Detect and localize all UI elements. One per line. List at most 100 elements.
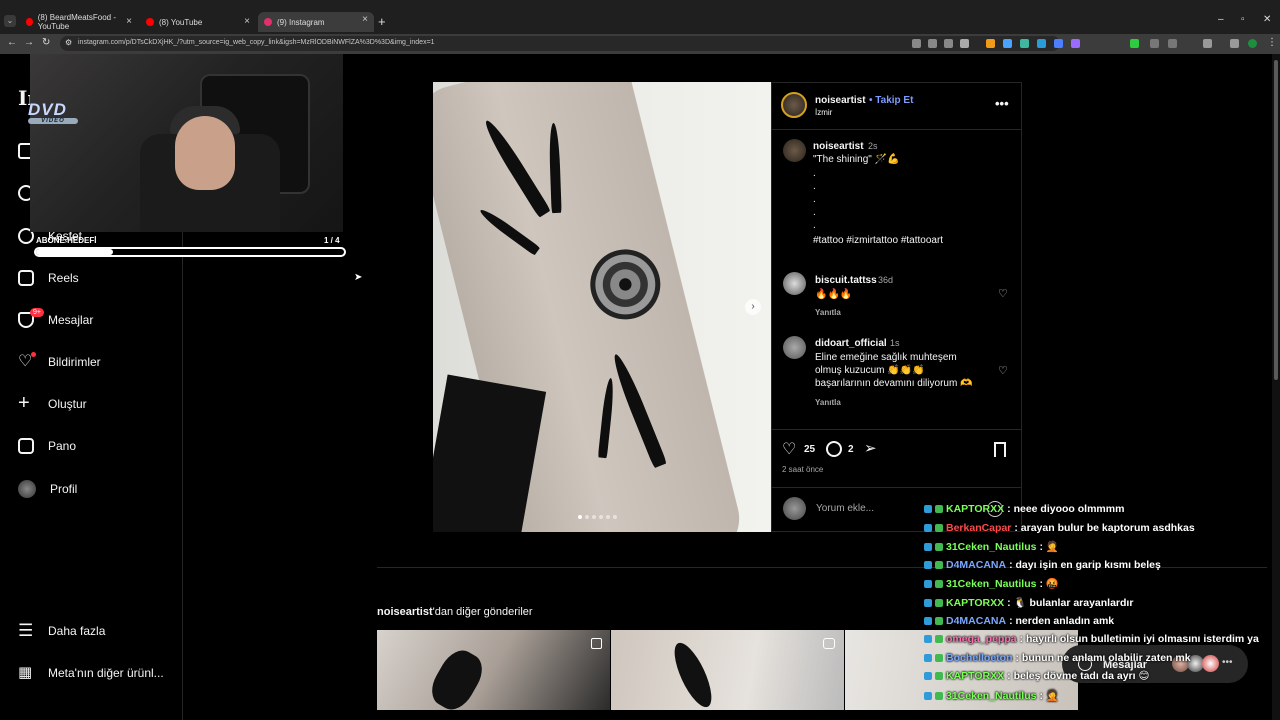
minimize-icon[interactable]: – — [1218, 14, 1224, 25]
chat-username: KAPTORXX — [946, 503, 1005, 515]
sidebar-item-messages[interactable]: 9+ Mesajlar — [18, 308, 93, 328]
youtube-icon — [26, 18, 33, 26]
sidebar-item-dashboard[interactable]: Pano — [18, 438, 76, 454]
sidebar-item-profile[interactable]: Profil — [18, 480, 77, 498]
messenger-icon: 9+ — [18, 308, 44, 328]
hamburger-icon: ☰ — [18, 621, 34, 640]
sidebar-item-reels[interactable]: Reels — [18, 270, 79, 286]
extension-icon[interactable] — [1071, 39, 1080, 48]
close-tab-icon[interactable]: × — [126, 16, 132, 27]
menu-icon[interactable]: ⋮ — [1267, 37, 1277, 48]
carousel-icon — [591, 638, 602, 649]
caption-dot: . — [813, 168, 816, 179]
post-image[interactable] — [433, 82, 771, 532]
close-tab-icon[interactable]: × — [244, 16, 250, 27]
message-count-badge: 9+ — [30, 308, 44, 317]
comment-input[interactable]: Yorum ekle... — [816, 503, 874, 514]
commenter-avatar[interactable] — [783, 272, 806, 295]
chat-badge-icon — [935, 523, 943, 532]
webcam-overlay — [30, 54, 343, 232]
chat-text: : dayı işin en garip kısmı beleş — [1009, 558, 1161, 571]
chat-text: : 🤬 — [1039, 578, 1059, 591]
post-time-ago: 2 saat önce — [782, 465, 824, 474]
forward-icon[interactable]: → — [24, 37, 34, 48]
eye-off-icon[interactable] — [944, 39, 953, 48]
follow-button[interactable]: • Takip Et — [869, 95, 913, 106]
like-icon[interactable]: ♡ — [782, 439, 796, 459]
next-image-button[interactable]: › — [745, 299, 761, 315]
sidebar-item-more[interactable]: ☰ Daha fazla — [18, 621, 105, 640]
extension-icon[interactable] — [1054, 39, 1063, 48]
extension-icon[interactable] — [1130, 39, 1139, 48]
url-text[interactable]: instagram.com/p/DTsCkDXjHK_/?utm_source=… — [78, 39, 435, 46]
comment-like-icon[interactable]: ♡ — [998, 364, 1008, 377]
comment-icon[interactable] — [826, 441, 842, 457]
more-post-thumbnail[interactable] — [377, 630, 610, 710]
bookmark-star-icon[interactable] — [960, 39, 969, 48]
carousel-dot — [592, 515, 596, 519]
comment-like-icon[interactable]: ♡ — [998, 287, 1008, 300]
comment-input-divider — [772, 487, 1021, 488]
chat-username: 31Ceken_Nautilus — [946, 540, 1037, 553]
close-tab-icon[interactable]: × — [362, 14, 368, 25]
sidebar-icon[interactable] — [1230, 39, 1239, 48]
share-icon[interactable]: ➢ — [864, 439, 877, 457]
subscriber-goal-label: ABONE HEDEFİ — [36, 236, 97, 245]
extension-icon[interactable] — [1037, 39, 1046, 48]
header-divider — [772, 129, 1021, 130]
tab-search-icon[interactable]: ⌄ — [4, 15, 16, 27]
extension-icon[interactable] — [1168, 39, 1177, 48]
chat-message: 31Ceken_Nautilus: 🤬 — [924, 577, 1059, 590]
author-username[interactable]: noiseartist — [815, 95, 866, 106]
author-avatar[interactable] — [781, 92, 807, 118]
back-icon[interactable]: ← — [7, 37, 17, 48]
new-tab-icon[interactable]: + — [378, 14, 386, 29]
dvd-logo: DVD VIDEO — [28, 100, 84, 128]
comment-text: 🔥🔥🔥 — [815, 289, 853, 300]
carousel-dot — [585, 515, 589, 519]
like-count[interactable]: 25 — [804, 444, 815, 455]
caption-avatar[interactable] — [783, 139, 806, 162]
tab-beardmeatsfood[interactable]: (8) BeardMeatsFood - YouTube × — [20, 13, 138, 31]
extension-icon[interactable] — [1020, 39, 1029, 48]
reload-icon[interactable]: ↻ — [42, 37, 50, 48]
chat-badge-icon — [935, 635, 943, 644]
sidebar-item-create[interactable]: + Oluştur — [18, 393, 87, 413]
sidebar-item-meta-apps[interactable]: ▦ Meta'nın diğer ürünl... — [18, 665, 164, 681]
maximize-icon[interactable]: ▫ — [1241, 14, 1245, 25]
reply-button[interactable]: Yanıtla — [815, 398, 841, 407]
chat-badge-icon — [924, 635, 932, 644]
chat-username: D4MACANA — [946, 614, 1007, 627]
extension-icon[interactable] — [1003, 39, 1012, 48]
close-icon[interactable]: ✕ — [1263, 14, 1271, 25]
commenter-avatar[interactable] — [783, 336, 806, 359]
subscriber-goal-count: 1 / 4 — [324, 236, 340, 245]
caption-hashtags[interactable]: #tattoo #izmirtattoo #tattooart — [813, 234, 943, 247]
scrollbar-thumb[interactable] — [1274, 60, 1278, 380]
mouse-cursor-icon: ➤ — [354, 272, 363, 283]
save-bookmark-icon[interactable] — [994, 442, 1006, 457]
site-info-icon[interactable]: ⚙ — [65, 38, 72, 47]
extension-icon[interactable] — [986, 39, 995, 48]
profile-icon[interactable] — [1248, 39, 1257, 48]
zoom-icon[interactable] — [928, 39, 937, 48]
caption-username[interactable]: noiseartist — [813, 141, 864, 152]
chat-badge-icon — [924, 505, 932, 513]
post-location[interactable]: İzmir — [815, 108, 832, 117]
cast-icon[interactable] — [912, 39, 921, 48]
more-post-thumbnail[interactable] — [611, 630, 844, 710]
chat-badge-icon — [935, 616, 943, 625]
extension-icon[interactable] — [1150, 39, 1159, 48]
sidebar-item-notifications[interactable]: ♡ Bildirimler — [18, 352, 101, 370]
tab-youtube[interactable]: (8) YouTube × — [140, 14, 256, 30]
comment-username[interactable]: didoart_official — [815, 338, 887, 349]
chat-message: D4MACANA: dayı işin en garip kısmı beleş — [924, 559, 1161, 571]
more-chats-icon[interactable]: ••• — [1222, 657, 1233, 668]
more-options-icon[interactable]: ••• — [995, 96, 1009, 111]
tab-instagram[interactable]: (9) Instagram × — [258, 12, 374, 32]
comment-username[interactable]: biscuit.tattss — [815, 275, 877, 286]
reply-button[interactable]: Yanıtla — [815, 308, 841, 317]
caption-dot: . — [813, 220, 816, 231]
viewer-avatar — [783, 497, 806, 520]
extensions-icon[interactable] — [1203, 39, 1212, 48]
